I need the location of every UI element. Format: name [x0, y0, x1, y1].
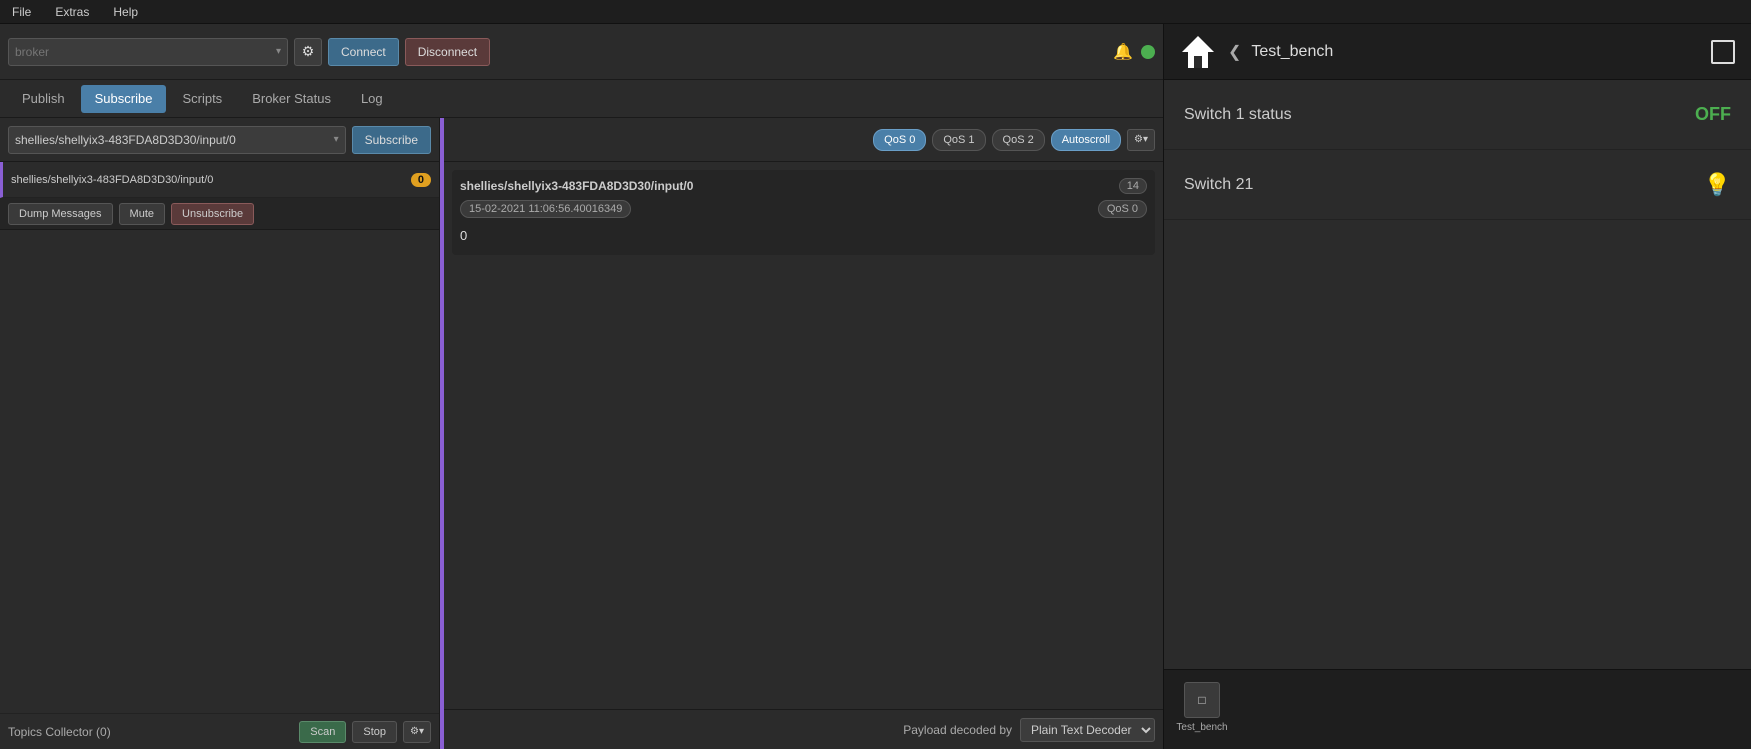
tab-bar: Publish Subscribe Scripts Broker Status … [0, 80, 1163, 118]
message-meta: 15-02-2021 11:06:56.40016349 QoS 0 [460, 200, 1147, 218]
tab-publish[interactable]: Publish [8, 85, 79, 113]
smarthome-square-icon[interactable] [1711, 40, 1735, 64]
collector-options-button[interactable]: ⚙▾ [403, 721, 431, 743]
topics-collector-label: Topics Collector (0) [8, 725, 293, 739]
nav-item-label: Test_bench [1176, 722, 1227, 733]
right-panel-empty [1164, 220, 1751, 669]
message-count-badge: 14 [1119, 178, 1147, 194]
menu-help[interactable]: Help [109, 5, 142, 19]
subscribe-area: ▾ Subscribe shellies/shellyix3-483FDA8D3… [0, 118, 1163, 749]
topic-dropdown-icon[interactable]: ▾ [334, 134, 339, 145]
bottom-nav: □ Test_bench [1164, 669, 1751, 749]
autoscroll-button[interactable]: Autoscroll [1051, 129, 1121, 151]
broker-dropdown-arrow-icon[interactable]: ▾ [276, 46, 281, 57]
topic-badge: 0 [411, 173, 431, 187]
menu-file[interactable]: File [8, 5, 35, 19]
settings-button[interactable]: ⚙ [294, 38, 322, 66]
qos2-button[interactable]: QoS 2 [992, 129, 1045, 151]
topics-empty-area [0, 230, 439, 713]
connect-button[interactable]: Connect [328, 38, 399, 66]
broker-input[interactable] [15, 45, 272, 59]
nav-item-test-bench[interactable]: □ Test_bench [1172, 682, 1232, 733]
broker-input-wrap: ▾ [8, 38, 288, 66]
disconnect-button[interactable]: Disconnect [405, 38, 490, 66]
qos0-button[interactable]: QoS 0 [873, 129, 926, 151]
toolbar-right: 🔔 [1113, 42, 1155, 62]
main-layout: ▾ ⚙ Connect Disconnect 🔔 Publish Subscri… [0, 24, 1751, 749]
subscribe-input-row: ▾ Subscribe [0, 118, 439, 162]
message-value: 0 [460, 224, 1147, 247]
message-timestamp: 15-02-2021 11:06:56.40016349 [460, 200, 631, 218]
stop-button[interactable]: Stop [352, 721, 397, 743]
payload-bar: Payload decoded by Plain Text Decoder JS… [444, 709, 1163, 749]
topic-row[interactable]: shellies/shellyix3-483FDA8D3D30/input/0 … [0, 162, 439, 198]
message-topic-header: shellies/shellyix3-483FDA8D3D30/input/0 … [460, 178, 1147, 194]
smarthome-title: Test_bench [1251, 43, 1703, 61]
back-arrow-icon[interactable]: ❮ [1228, 42, 1241, 62]
tab-subscribe[interactable]: Subscribe [81, 85, 167, 113]
switch2-title: Switch 21 [1184, 176, 1704, 194]
payload-label: Payload decoded by [903, 723, 1012, 737]
message-panel: QoS 0 QoS 1 QoS 2 Autoscroll ⚙▾ shellies… [444, 118, 1163, 749]
message-qos-badge: QoS 0 [1098, 200, 1147, 218]
qos-bar: QoS 0 QoS 1 QoS 2 Autoscroll ⚙▾ [444, 118, 1163, 162]
menu-bar: File Extras Help [0, 0, 1751, 24]
right-panel: ❮ Test_bench Switch 1 status OFF Switch … [1163, 24, 1751, 749]
left-panel: ▾ ⚙ Connect Disconnect 🔔 Publish Subscri… [0, 24, 1163, 749]
connection-status-dot [1141, 45, 1155, 59]
message-options-button[interactable]: ⚙▾ [1127, 129, 1155, 151]
message-content: shellies/shellyix3-483FDA8D3D30/input/0 … [444, 162, 1163, 709]
topic-input[interactable] [15, 133, 334, 147]
lightbulb-icon: 💡 [1704, 172, 1731, 198]
scan-button[interactable]: Scan [299, 721, 346, 743]
message-topic-title: shellies/shellyix3-483FDA8D3D30/input/0 [460, 179, 693, 193]
topics-collector: Topics Collector (0) Scan Stop ⚙▾ [0, 713, 439, 749]
subscribe-button[interactable]: Subscribe [352, 126, 431, 154]
tab-scripts[interactable]: Scripts [168, 85, 236, 113]
menu-extras[interactable]: Extras [51, 5, 93, 19]
message-block: shellies/shellyix3-483FDA8D3D30/input/0 … [452, 170, 1155, 255]
dump-messages-button[interactable]: Dump Messages [8, 203, 113, 225]
switch1-status-value: OFF [1695, 104, 1731, 125]
tab-log[interactable]: Log [347, 85, 397, 113]
mute-button[interactable]: Mute [119, 203, 165, 225]
unsubscribe-button[interactable]: Unsubscribe [171, 203, 254, 225]
topics-panel: ▾ Subscribe shellies/shellyix3-483FDA8D3… [0, 118, 440, 749]
payload-decoder-select[interactable]: Plain Text Decoder JSON Decoder Hex Deco… [1020, 718, 1155, 742]
switch2-row[interactable]: Switch 21 💡 [1164, 150, 1751, 220]
topic-label: shellies/shellyix3-483FDA8D3D30/input/0 [11, 174, 411, 186]
tab-broker-status[interactable]: Broker Status [238, 85, 345, 113]
toolbar: ▾ ⚙ Connect Disconnect 🔔 [0, 24, 1163, 80]
switch1-status-row[interactable]: Switch 1 status OFF [1164, 80, 1751, 150]
notification-icon: 🔔 [1113, 42, 1133, 62]
switch1-status-title: Switch 1 status [1184, 106, 1695, 124]
topic-actions: Dump Messages Mute Unsubscribe [0, 198, 439, 230]
topic-input-wrap: ▾ [8, 126, 346, 154]
home-icon [1180, 34, 1216, 70]
nav-icon-box: □ [1184, 682, 1220, 718]
smarthome-header: ❮ Test_bench [1164, 24, 1751, 80]
nav-square-icon: □ [1198, 693, 1205, 707]
qos1-button[interactable]: QoS 1 [932, 129, 985, 151]
